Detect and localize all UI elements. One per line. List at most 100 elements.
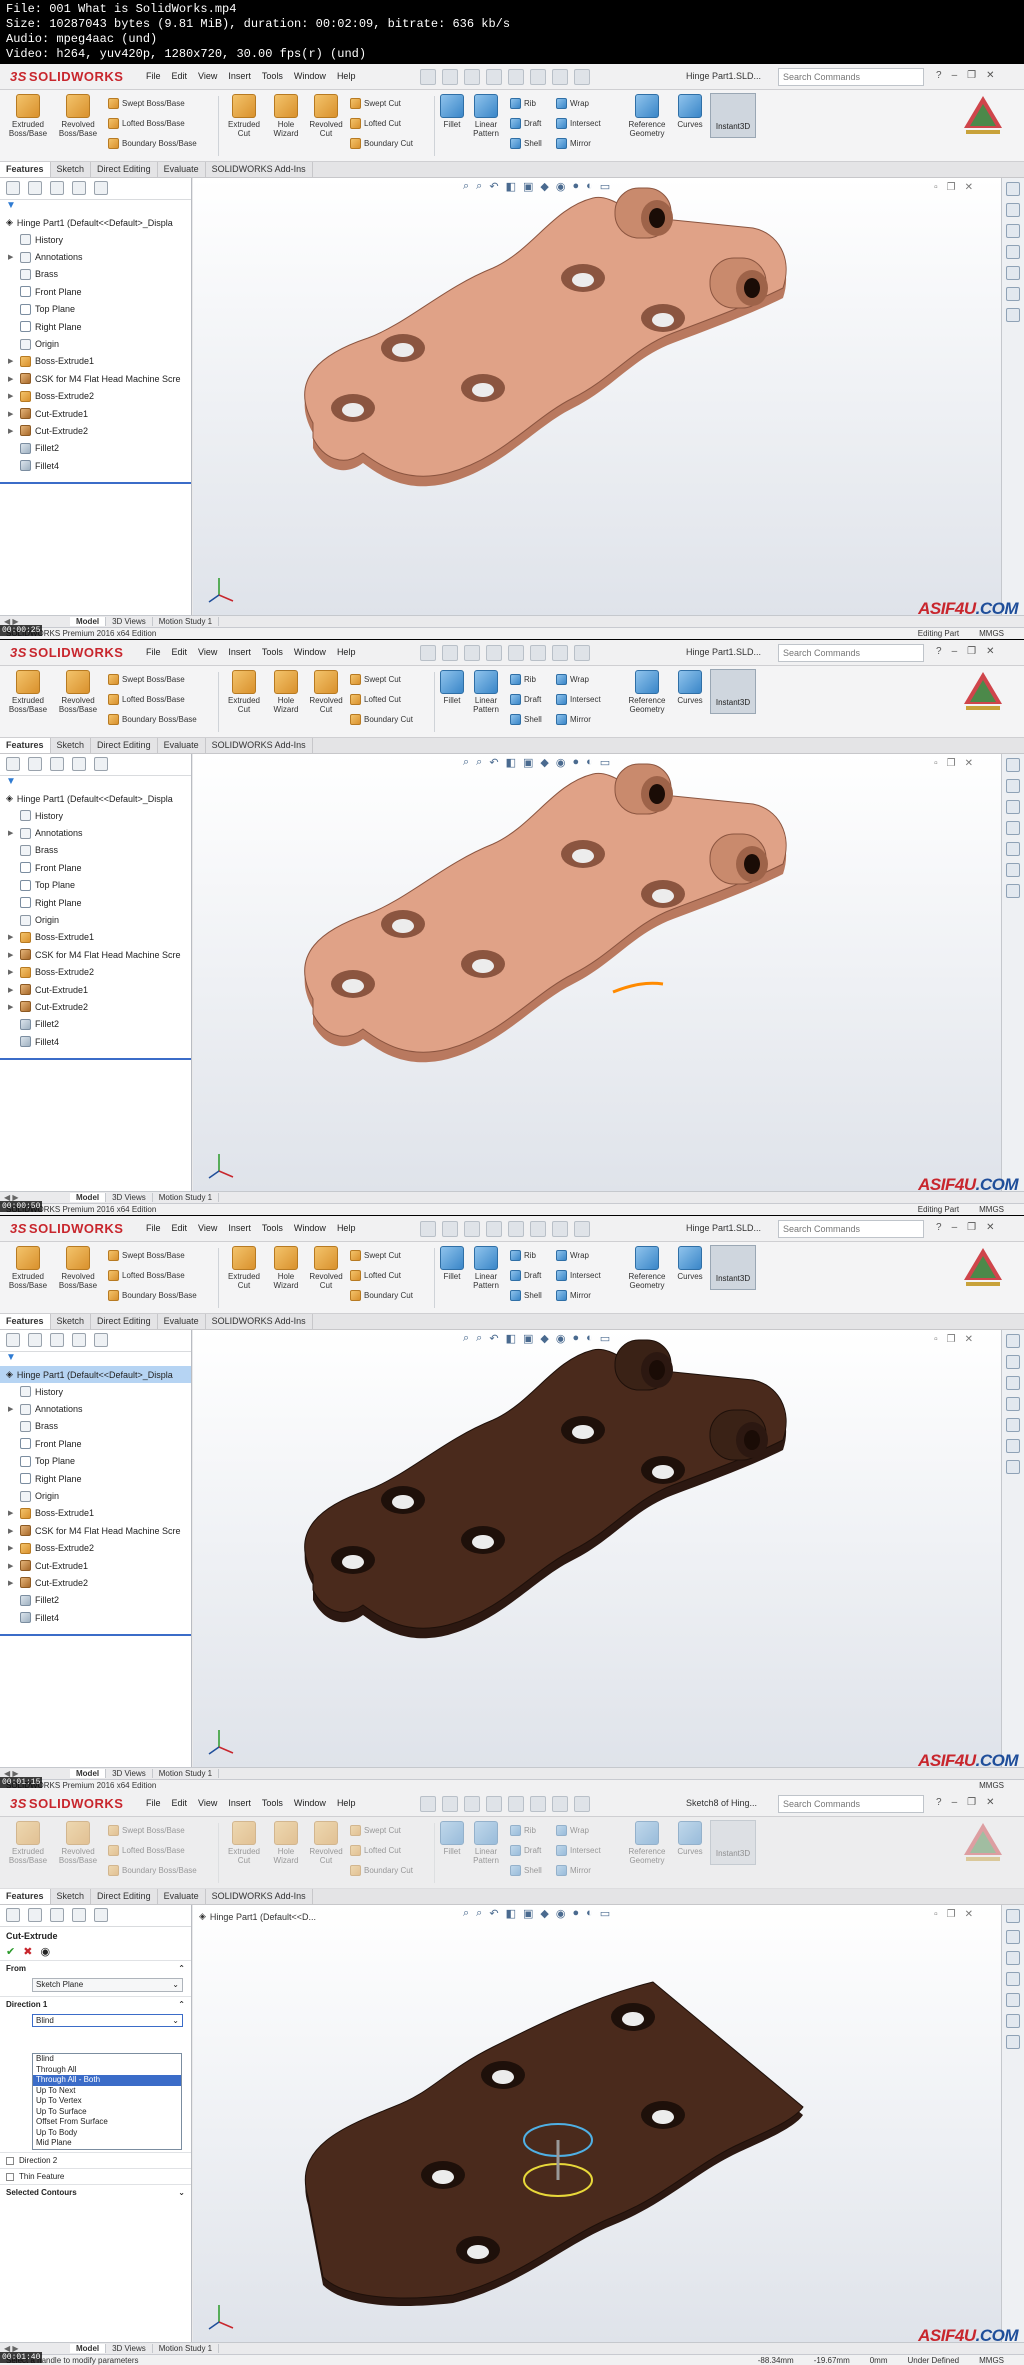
lofted-cut-button[interactable]: Lofted Cut [350, 692, 401, 706]
collapse-icon[interactable]: ⌃ [178, 1964, 185, 1973]
graphics-area[interactable]: ⌕ ⌕ ↶ ◧ ▣ ◆ ◉ ● ◐ ▭ ▫ ❐ ✕ [193, 178, 1001, 615]
reference-geometry-button[interactable]: Reference Geometry [624, 94, 670, 138]
dropdown-option[interactable]: Up To Body [33, 2128, 181, 2139]
bottom-tab-motion-study-1[interactable]: Motion Study 1 [153, 2344, 220, 2353]
bottom-tab-3d-views[interactable]: 3D Views [106, 2344, 153, 2353]
extruded-boss-button[interactable]: Extruded Boss/Base [8, 1821, 48, 1865]
tree-item[interactable]: Origin [0, 911, 191, 928]
rebuild-icon[interactable] [552, 69, 568, 85]
units-indicator[interactable]: MMGS [979, 1781, 1004, 1790]
extruded-boss-button[interactable]: Extruded Boss/Base [8, 670, 48, 714]
tree-item[interactable]: Fillet2 [0, 440, 191, 457]
solidworks-logo[interactable]: 3S SOLIDWORKS [10, 1221, 123, 1236]
intersect-button[interactable]: Intersect [556, 116, 601, 130]
collapse-icon[interactable]: ⌃ [178, 2000, 185, 2009]
hinge-part-model[interactable] [193, 1330, 1001, 1770]
tree-item[interactable]: Fillet2 [0, 1016, 191, 1033]
save-icon[interactable] [464, 69, 480, 85]
rollback-bar[interactable] [0, 482, 191, 485]
revolved-boss-button[interactable]: Revolved Boss/Base [58, 1246, 98, 1290]
revolved-boss-button[interactable]: Revolved Boss/Base [58, 94, 98, 138]
swept-cut-button[interactable]: Swept Cut [350, 1823, 401, 1837]
minimize-icon[interactable]: – [952, 70, 958, 81]
appearances-icon[interactable] [1006, 1418, 1020, 1432]
menu-window[interactable]: Window [294, 71, 326, 81]
revolved-cut-button[interactable]: Revolved Cut [306, 1246, 346, 1290]
mirror-button[interactable]: Mirror [556, 1863, 591, 1877]
curves-button[interactable]: Curves [670, 1821, 710, 1856]
tree-item[interactable]: ▶ Boss-Extrude2 [0, 388, 191, 405]
expand-arrow-icon[interactable]: ▶ [8, 986, 16, 994]
bottom-tab-model[interactable]: Model [70, 617, 107, 626]
tree-item[interactable]: ▶ Annotations [0, 248, 191, 265]
print-icon[interactable] [486, 1221, 502, 1237]
tree-item[interactable]: Top Plane [0, 1453, 191, 1470]
print-icon[interactable] [486, 1796, 502, 1812]
tree-item[interactable]: ▶ Boss-Extrude2 [0, 1540, 191, 1557]
instant3d-button[interactable]: Instant3D [710, 669, 756, 714]
menu-edit[interactable]: Edit [172, 1223, 188, 1233]
property-manager-icon[interactable] [28, 1908, 42, 1922]
help-icon[interactable]: ? [936, 1222, 942, 1233]
linear-pattern-button[interactable]: Linear Pattern [466, 1246, 506, 1290]
close-icon[interactable]: ✕ [986, 646, 994, 657]
boundary-boss-button[interactable]: Boundary Boss/Base [108, 136, 197, 150]
draft-button[interactable]: Draft [510, 1843, 541, 1857]
lofted-cut-button[interactable]: Lofted Cut [350, 1268, 401, 1282]
extruded-boss-button[interactable]: Extruded Boss/Base [8, 94, 48, 138]
tab-solidworks-add-ins[interactable]: SOLIDWORKS Add-Ins [206, 162, 313, 177]
rib-button[interactable]: Rib [510, 1823, 536, 1837]
rebuild-icon[interactable] [552, 1221, 568, 1237]
tree-item[interactable]: History [0, 231, 191, 248]
rib-button[interactable]: Rib [510, 1248, 536, 1262]
hole-wizard-button[interactable]: Hole Wizard [266, 94, 306, 138]
expand-arrow-icon[interactable]: ▶ [8, 1405, 16, 1413]
tree-item[interactable]: ▶ Boss-Extrude1 [0, 1505, 191, 1522]
shell-button[interactable]: Shell [510, 712, 542, 726]
shell-button[interactable]: Shell [510, 136, 542, 150]
print-icon[interactable] [486, 69, 502, 85]
help-icon[interactable]: ? [936, 70, 942, 81]
tree-item[interactable]: ▶ Cut-Extrude1 [0, 981, 191, 998]
print-icon[interactable] [486, 645, 502, 661]
dropdown-option[interactable]: Mid Plane [33, 2138, 181, 2149]
tree-item[interactable]: Fillet4 [0, 1609, 191, 1626]
new-icon[interactable] [420, 1221, 436, 1237]
new-icon[interactable] [420, 69, 436, 85]
options-icon[interactable] [574, 645, 590, 661]
tree-item[interactable]: ▶ Boss-Extrude1 [0, 353, 191, 370]
menu-insert[interactable]: Insert [228, 1798, 251, 1808]
hole-wizard-button[interactable]: Hole Wizard [266, 1821, 306, 1865]
rollback-bar[interactable] [0, 1634, 191, 1637]
filter-icon[interactable]: ▼ [0, 776, 191, 790]
select-icon[interactable] [530, 69, 546, 85]
display-manager-icon[interactable] [94, 757, 108, 771]
units-indicator[interactable]: MMGS [979, 629, 1004, 638]
draft-button[interactable]: Draft [510, 692, 541, 706]
tab-solidworks-add-ins[interactable]: SOLIDWORKS Add-Ins [206, 1889, 313, 1904]
rib-button[interactable]: Rib [510, 96, 536, 110]
forum-icon[interactable] [1006, 1460, 1020, 1474]
intersect-button[interactable]: Intersect [556, 1268, 601, 1282]
filter-icon[interactable]: ▼ [0, 1352, 191, 1366]
revolved-boss-button[interactable]: Revolved Boss/Base [58, 670, 98, 714]
menu-tools[interactable]: Tools [262, 647, 283, 657]
tab-features[interactable]: Features [0, 1889, 51, 1904]
minimize-icon[interactable]: – [952, 1797, 958, 1808]
menu-view[interactable]: View [198, 1798, 217, 1808]
tree-item[interactable]: Right Plane [0, 318, 191, 335]
undo-icon[interactable] [508, 69, 524, 85]
help-icon[interactable]: ? [936, 646, 942, 657]
tree-item[interactable]: ▶ CSK for M4 Flat Head Machine Scre [0, 370, 191, 387]
tree-item[interactable]: ▶ CSK for M4 Flat Head Machine Scre [0, 1522, 191, 1539]
shell-button[interactable]: Shell [510, 1288, 542, 1302]
tree-item[interactable]: ▶ CSK for M4 Flat Head Machine Scre [0, 946, 191, 963]
tab-solidworks-add-ins[interactable]: SOLIDWORKS Add-Ins [206, 1314, 313, 1329]
restore-icon[interactable]: ❐ [967, 1797, 976, 1808]
menu-window[interactable]: Window [294, 1798, 326, 1808]
lofted-cut-button[interactable]: Lofted Cut [350, 116, 401, 130]
breadcrumb[interactable]: ◈ Hinge Part1 (Default<<D... [199, 1911, 316, 1922]
extruded-cut-button[interactable]: Extruded Cut [224, 670, 264, 714]
graphics-area[interactable]: ⌕ ⌕ ↶ ◧ ▣ ◆ ◉ ● ◐ ▭ ▫ ❐ ✕ [193, 754, 1001, 1191]
mirror-button[interactable]: Mirror [556, 712, 591, 726]
